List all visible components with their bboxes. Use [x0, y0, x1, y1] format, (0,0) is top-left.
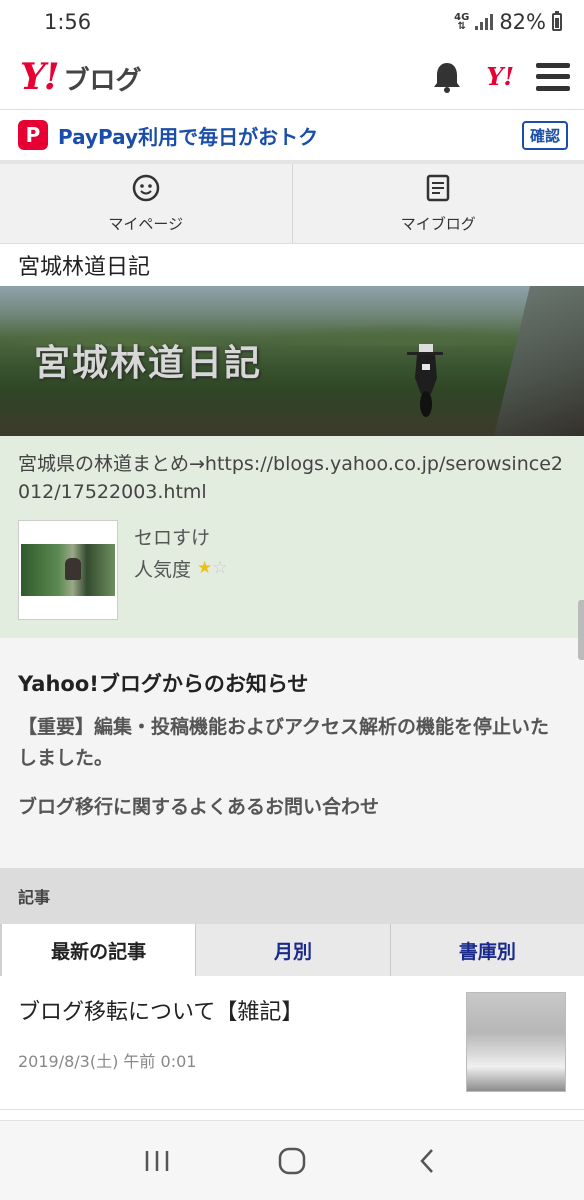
battery-icon	[552, 11, 562, 31]
article-item[interactable]: ブログ移転について【雑記】 2019/8/3(土) 午前 0:01	[0, 976, 584, 1110]
app-header: Y! ブログ Y!	[0, 44, 584, 110]
yahoo-notice: Yahoo!ブログからのお知らせ 【重要】編集・投稿機能およびアクセス解析の機能…	[0, 638, 584, 868]
system-nav-bar	[0, 1120, 584, 1200]
tab-archive[interactable]: 書庫別	[389, 924, 584, 976]
blog-profile: 宮城県の林道まとめ→https://blogs.yahoo.co.jp/sero…	[0, 436, 584, 638]
popularity-label: 人気度	[134, 558, 192, 581]
home-icon[interactable]	[272, 1141, 312, 1181]
my-page-label: マイページ	[108, 215, 184, 233]
paypay-icon: P	[18, 120, 48, 150]
notice-title: Yahoo!ブログからのお知らせ	[18, 672, 309, 696]
notice-body[interactable]: 【重要】編集・投稿機能およびアクセス解析の機能を停止いたしました。	[18, 712, 566, 774]
author-row: セロすけ 人気度 ★☆	[18, 520, 566, 620]
blog-description[interactable]: 宮城県の林道まとめ→https://blogs.yahoo.co.jp/sero…	[18, 450, 566, 506]
quick-nav: マイページ マイブログ	[0, 164, 584, 244]
promo-text: PayPay利用で毎日がおトク	[58, 124, 319, 149]
recent-apps-icon[interactable]	[137, 1141, 177, 1181]
status-icons: 4G ⇅ 82%	[454, 10, 562, 34]
tab-latest[interactable]: 最新の記事	[0, 924, 196, 976]
logo-yahoo-mark: Y!	[20, 55, 59, 98]
articles-heading: 記事	[0, 868, 584, 924]
yahoo-icon[interactable]: Y!	[486, 62, 514, 91]
author-name[interactable]: セロすけ	[134, 520, 228, 552]
battery-percent: 82%	[499, 10, 546, 34]
promo-confirm-button[interactable]: 確認	[521, 120, 568, 150]
article-title[interactable]: ブログ移転について【雑記】	[18, 994, 466, 1026]
popularity: 人気度 ★☆	[134, 552, 228, 584]
network-type-icon: 4G ⇅	[454, 12, 470, 32]
article-date: 2019/8/3(土) 午前 0:01	[18, 1052, 197, 1071]
banner-cliff	[494, 286, 584, 436]
star-empty-icon: ☆	[212, 558, 228, 578]
article-thumbnail[interactable]	[466, 992, 566, 1092]
blog-title[interactable]: 宮城林道日記	[0, 244, 584, 286]
back-icon[interactable]	[407, 1141, 447, 1181]
tab-monthly[interactable]: 月別	[195, 924, 389, 976]
author-info: セロすけ 人気度 ★☆	[134, 520, 228, 620]
article-text: ブログ移転について【雑記】 2019/8/3(土) 午前 0:01	[18, 992, 466, 1093]
document-icon	[427, 174, 450, 202]
notice-faq-link[interactable]: ブログ移行に関するよくあるお問い合わせ	[18, 792, 566, 819]
articles-tabs: 最新の記事 月別 書庫別	[0, 924, 584, 976]
popularity-stars: ★☆	[197, 558, 228, 578]
bell-icon[interactable]	[430, 60, 464, 94]
avatar-image	[21, 544, 115, 596]
author-avatar[interactable]	[18, 520, 118, 620]
yahoo-blog-logo[interactable]: Y! ブログ	[20, 56, 142, 98]
status-bar: 1:56 4G ⇅ 82%	[0, 0, 584, 44]
star-filled-icon: ★	[197, 558, 213, 578]
blog-header-banner: 宮城林道日記	[0, 286, 584, 436]
signal-icon	[475, 14, 494, 30]
motorcycle-image	[407, 344, 443, 417]
banner-title: 宮城林道日記	[34, 343, 263, 384]
my-blog-label: マイブログ	[400, 215, 476, 233]
smiley-icon	[132, 174, 159, 202]
my-page-button[interactable]: マイページ	[0, 164, 292, 243]
my-blog-button[interactable]: マイブログ	[291, 164, 584, 243]
status-time: 1:56	[44, 10, 92, 34]
header-actions: Y!	[430, 60, 570, 94]
paypay-promo-banner[interactable]: P PayPay利用で毎日がおトク 確認	[0, 110, 584, 164]
logo-text: ブログ	[63, 65, 142, 96]
menu-icon[interactable]	[536, 62, 570, 91]
scroll-handle[interactable]	[578, 600, 584, 660]
